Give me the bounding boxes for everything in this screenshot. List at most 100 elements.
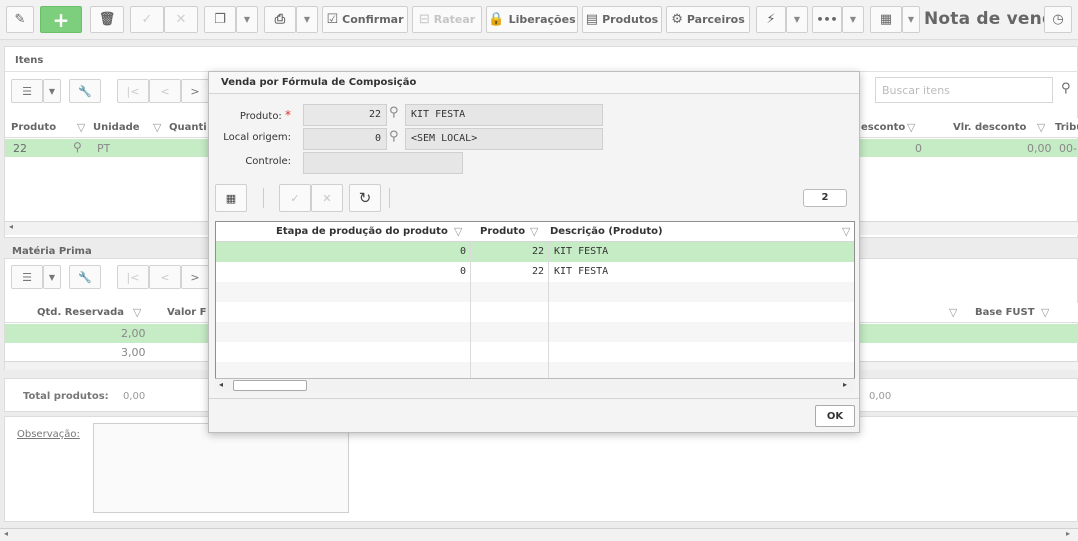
grid-menu-dropdown[interactable]: ▼: [43, 79, 61, 103]
col-qtd-reservada[interactable]: Qtd. Reservada: [37, 307, 124, 318]
materia-section-label: Matéria Prima: [12, 246, 92, 257]
prev-page-button[interactable]: <: [149, 79, 181, 103]
filter-icon[interactable]: ▽: [530, 225, 538, 238]
produto-label: Produto: *: [239, 108, 291, 122]
scroll-left-icon[interactable]: ◂: [219, 380, 223, 389]
print-dropdown[interactable]: ▼: [296, 6, 318, 33]
table-row[interactable]: 0 22 KIT FESTA: [216, 262, 854, 282]
filter-icon[interactable]: ▽: [77, 121, 85, 134]
search-icon[interactable]: ⚲: [389, 129, 399, 144]
add-button[interactable]: +: [40, 6, 82, 33]
local-code-field[interactable]: 0: [303, 128, 387, 150]
first-page-button[interactable]: |<: [117, 265, 149, 289]
building-button[interactable]: ▦: [870, 6, 902, 33]
scroll-right-icon[interactable]: ▸: [843, 380, 847, 389]
produtos-button[interactable]: ▤ Produtos: [582, 6, 662, 33]
col-produto[interactable]: Produto: [480, 226, 525, 237]
actions-dropdown[interactable]: ▼: [786, 6, 808, 33]
check-icon: ✓: [290, 191, 300, 205]
search-input[interactable]: Buscar itens: [875, 77, 1053, 103]
first-icon: |<: [126, 84, 140, 98]
filter-icon[interactable]: ▽: [454, 225, 462, 238]
row-tribu: 00-: [1059, 142, 1077, 155]
col-etapa[interactable]: Etapa de produção do produto: [276, 226, 448, 237]
split-icon: ⊟: [418, 12, 430, 27]
history-button[interactable]: ◷: [1044, 6, 1072, 33]
print-button[interactable]: ⎙: [264, 6, 296, 33]
delete-button[interactable]: 🗑: [90, 6, 124, 33]
confirm-grid-button[interactable]: ✓: [279, 184, 311, 212]
controle-field[interactable]: [303, 152, 463, 174]
search-icon[interactable]: ⚲: [73, 140, 82, 154]
copy-dropdown[interactable]: ▼: [236, 6, 258, 33]
col-produto[interactable]: Produto: [11, 122, 56, 133]
filter-icon[interactable]: ▽: [1041, 306, 1049, 319]
prev-page-button[interactable]: <: [149, 265, 181, 289]
liberacoes-button[interactable]: 🔒 Liberações: [486, 6, 578, 33]
col-unidade[interactable]: Unidade: [93, 122, 140, 133]
ok-button[interactable]: OK: [815, 405, 855, 427]
row-desconto: 0: [915, 142, 922, 155]
copy-button[interactable]: ❐: [204, 6, 236, 33]
actions-button[interactable]: ⚡: [756, 6, 786, 33]
table-row[interactable]: 0 22 KIT FESTA: [216, 242, 854, 262]
grid-menu-button[interactable]: ☰: [11, 265, 43, 289]
copy-icon: ❐: [214, 12, 226, 27]
chevron-left-icon: <: [160, 84, 170, 98]
chevron-down-icon: ▼: [303, 15, 311, 24]
more-dropdown[interactable]: ▼: [842, 6, 864, 33]
dialog-title: Venda por Fórmula de Composição: [209, 72, 859, 94]
col-vlr-desconto[interactable]: Vlr. desconto: [953, 122, 1026, 133]
cancel-button[interactable]: ✕: [164, 6, 198, 33]
lock-icon: 🔒: [488, 12, 505, 27]
row-etapa: 0: [460, 266, 467, 277]
grid-menu-button[interactable]: ☰: [11, 79, 43, 103]
wrench-button[interactable]: 🔧: [69, 265, 101, 289]
edit-icon: ✎: [14, 12, 26, 27]
col-descricao[interactable]: Descrição (Produto): [550, 226, 663, 237]
produto-desc-field: KIT FESTA: [405, 104, 603, 126]
cancel-grid-button[interactable]: ✕: [311, 184, 343, 212]
scroll-thumb[interactable]: [233, 380, 307, 391]
refresh-button[interactable]: ↻: [349, 184, 381, 212]
grid-menu-dropdown[interactable]: ▼: [43, 265, 61, 289]
main-toolbar: ✎ + 🗑 ✓ ✕ ❐ ▼ ⎙ ▼ ☑ Confirmar ⊟ Ratear 🔒 Li…: [0, 0, 1078, 40]
horizontal-scrollbar[interactable]: ◂ ▸: [215, 378, 855, 393]
rateio-button[interactable]: ⊟ Ratear: [412, 6, 482, 33]
page-horizontal-scrollbar[interactable]: ◂ ▸: [0, 528, 1078, 541]
chevron-left-icon: <: [160, 270, 170, 284]
col-quantidade[interactable]: Quanti: [169, 122, 209, 133]
filter-icon[interactable]: ▽: [949, 306, 957, 319]
scroll-left-icon[interactable]: ◂: [4, 529, 8, 538]
search-icon[interactable]: ⚲: [1061, 81, 1071, 96]
building-dropdown[interactable]: ▼: [902, 6, 920, 33]
row-unidade: PT: [97, 142, 111, 155]
filter-icon[interactable]: ▽: [907, 121, 915, 134]
chevron-down-icon: ▼: [243, 15, 251, 24]
filter-icon[interactable]: ▽: [153, 121, 161, 134]
scroll-right-icon[interactable]: ▸: [1066, 529, 1070, 538]
col-desconto[interactable]: esconto: [861, 122, 905, 133]
first-page-button[interactable]: |<: [117, 79, 149, 103]
more-button[interactable]: •••: [812, 6, 842, 33]
produto-code-field[interactable]: 22: [303, 104, 387, 126]
printer-icon: ⎙: [274, 12, 286, 27]
filter-icon[interactable]: ▽: [842, 225, 850, 238]
col-base-fust[interactable]: Base FUST: [975, 307, 1035, 318]
save-button[interactable]: ✓: [130, 6, 164, 33]
filter-icon[interactable]: ▽: [133, 306, 141, 319]
observacao-textarea[interactable]: [93, 423, 349, 513]
grid-view-button[interactable]: ▦: [215, 184, 247, 212]
filter-icon[interactable]: ▽: [1037, 121, 1045, 134]
next-page-button[interactable]: >: [181, 79, 209, 103]
next-page-button[interactable]: >: [181, 265, 209, 289]
parceiros-button[interactable]: ⚙ Parceiros: [666, 6, 750, 33]
search-icon[interactable]: ⚲: [389, 105, 399, 120]
col-valor[interactable]: Valor F: [167, 307, 209, 318]
scroll-left-icon[interactable]: ◂: [9, 222, 13, 231]
col-tribu[interactable]: Tribu: [1055, 122, 1078, 133]
close-icon: ✕: [175, 12, 187, 27]
confirm-button[interactable]: ☑ Confirmar: [322, 6, 408, 33]
edit-icon-button[interactable]: ✎: [6, 6, 34, 33]
wrench-button[interactable]: 🔧: [69, 79, 101, 103]
